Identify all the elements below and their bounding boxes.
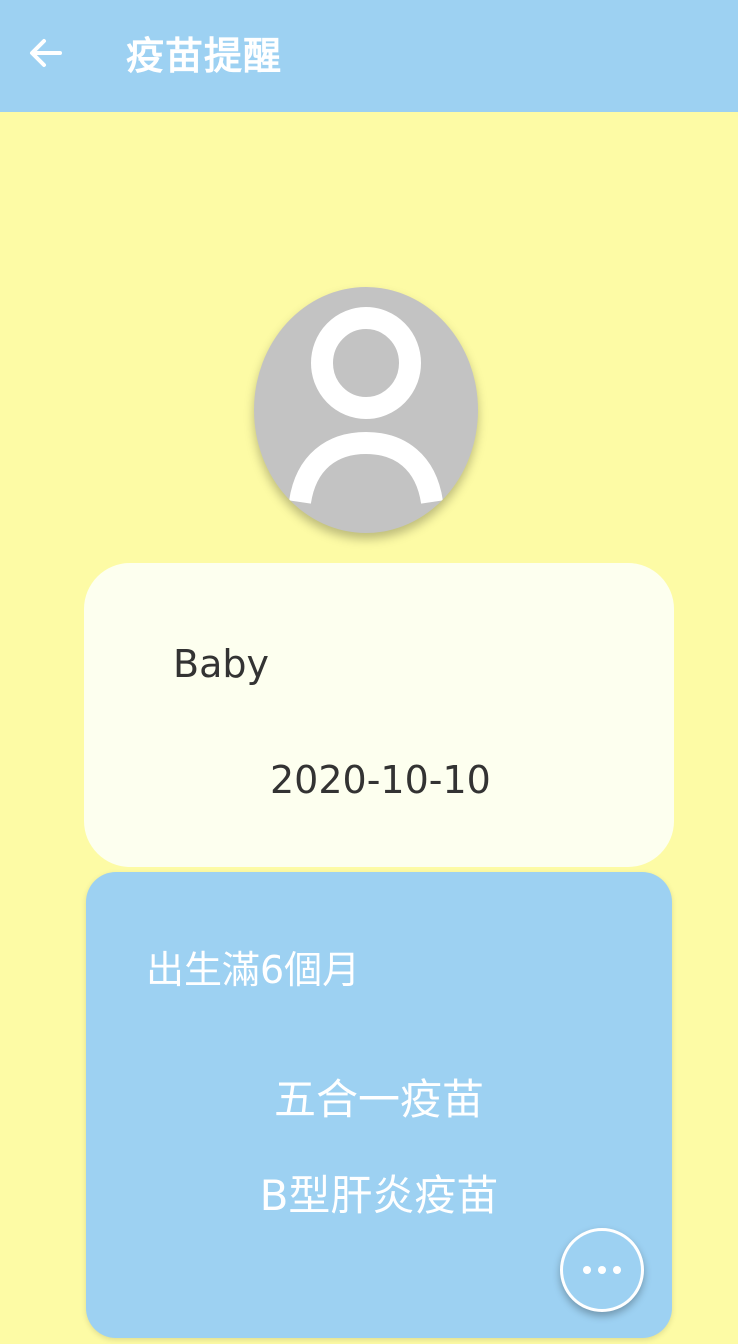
avatar[interactable] [254, 287, 478, 533]
back-button[interactable] [22, 32, 68, 78]
vaccine-item: B型肝炎疫苗 [259, 1171, 499, 1220]
baby-info-card: Baby 2020-10-10 [84, 563, 674, 867]
more-horizontal-icon [583, 1266, 621, 1274]
arrow-left-icon [28, 38, 62, 72]
baby-name: Baby [173, 642, 269, 686]
vaccine-reminder-card: 出生滿6個月 五合一疫苗 B型肝炎疫苗 [86, 872, 672, 1338]
page-title: 疫苗提醒 [126, 34, 283, 78]
more-button[interactable] [560, 1228, 644, 1312]
person-placeholder-icon [254, 287, 478, 533]
app-bar: 疫苗提醒 [0, 0, 738, 112]
vaccine-age-label: 出生滿6個月 [146, 948, 361, 992]
vaccine-item: 五合一疫苗 [273, 1075, 484, 1124]
baby-birthday: 2020-10-10 [270, 758, 491, 802]
